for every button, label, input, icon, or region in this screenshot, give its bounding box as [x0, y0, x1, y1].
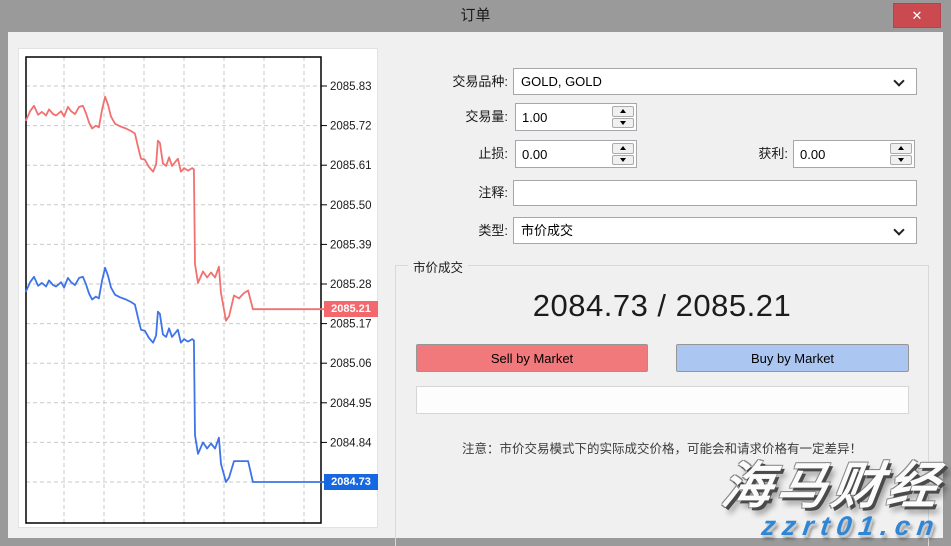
arrow-down-icon [620, 158, 626, 162]
dialog-title: 订单 [0, 0, 951, 32]
group-title: 市价成交 [408, 257, 468, 276]
svg-text:2085.83: 2085.83 [330, 81, 372, 93]
take-profit-label: 获利: [708, 140, 788, 168]
arrow-up-icon [620, 109, 626, 113]
comment-input[interactable] [513, 180, 917, 206]
market-execution-group: 市价成交 2084.73 / 2085.21 Sell by Market Bu… [395, 265, 929, 546]
stop-loss-stepper[interactable] [515, 140, 637, 168]
symbol-select[interactable]: GOLD, GOLD [513, 68, 917, 95]
stop-loss-increment-button[interactable] [612, 143, 634, 154]
volume-label: 交易量: [388, 103, 508, 131]
stop-loss-decrement-button[interactable] [612, 155, 634, 166]
titlebar: 订单 ✕ [0, 0, 951, 32]
order-type-value: 市价成交 [521, 218, 573, 243]
take-profit-decrement-button[interactable] [890, 155, 912, 166]
volume-decrement-button[interactable] [612, 118, 634, 129]
arrow-up-icon [898, 146, 904, 150]
order-type-select[interactable]: 市价成交 [513, 217, 917, 244]
volume-stepper[interactable] [515, 103, 637, 131]
stop-loss-label: 止损: [388, 140, 508, 168]
buy-button[interactable]: Buy by Market [676, 344, 909, 372]
quote-display: 2084.73 / 2085.21 [396, 288, 928, 324]
bid-price-badge: 2084.73 [324, 474, 378, 490]
svg-text:2085.50: 2085.50 [330, 200, 372, 212]
chevron-down-icon [893, 224, 904, 235]
volume-increment-button[interactable] [612, 106, 634, 117]
symbol-value: GOLD, GOLD [521, 69, 602, 94]
volume-input[interactable] [516, 104, 610, 130]
close-button[interactable]: ✕ [893, 3, 941, 28]
symbol-label: 交易品种: [388, 68, 508, 95]
sell-button[interactable]: Sell by Market [416, 344, 648, 372]
svg-text:2085.39: 2085.39 [330, 239, 372, 251]
chevron-down-icon [893, 75, 904, 86]
arrow-down-icon [620, 121, 626, 125]
notice-text: 注意：市价交易模式下的实际成交价格，可能会和请求价格有一定差异！ [396, 438, 928, 457]
svg-text:2085.28: 2085.28 [330, 279, 372, 291]
arrow-up-icon [620, 146, 626, 150]
svg-text:2085.17: 2085.17 [330, 319, 372, 331]
take-profit-stepper[interactable] [793, 140, 915, 168]
price-chart: 2085.83 2085.72 2085.61 2085.50 2085.39 2085.… [19, 49, 379, 529]
price-chart-panel: 2085.83 2085.72 2085.61 2085.50 2085.39 2085.… [18, 48, 378, 528]
comment-label: 注释: [388, 180, 508, 206]
svg-text:2084.84: 2084.84 [330, 437, 372, 449]
svg-text:2084.95: 2084.95 [330, 398, 372, 410]
order-dialog-body: 2085.83 2085.72 2085.61 2085.50 2085.39 2085.… [8, 32, 943, 538]
svg-text:2085.72: 2085.72 [330, 121, 372, 133]
svg-text:2085.61: 2085.61 [330, 160, 372, 172]
status-box [416, 386, 909, 414]
ask-price-badge: 2085.21 [324, 301, 378, 317]
type-label: 类型: [388, 217, 508, 244]
close-icon: ✕ [912, 8, 923, 23]
stop-loss-input[interactable] [516, 141, 610, 167]
svg-text:2085.06: 2085.06 [330, 358, 372, 370]
take-profit-input[interactable] [794, 141, 888, 167]
arrow-down-icon [898, 158, 904, 162]
take-profit-increment-button[interactable] [890, 143, 912, 154]
